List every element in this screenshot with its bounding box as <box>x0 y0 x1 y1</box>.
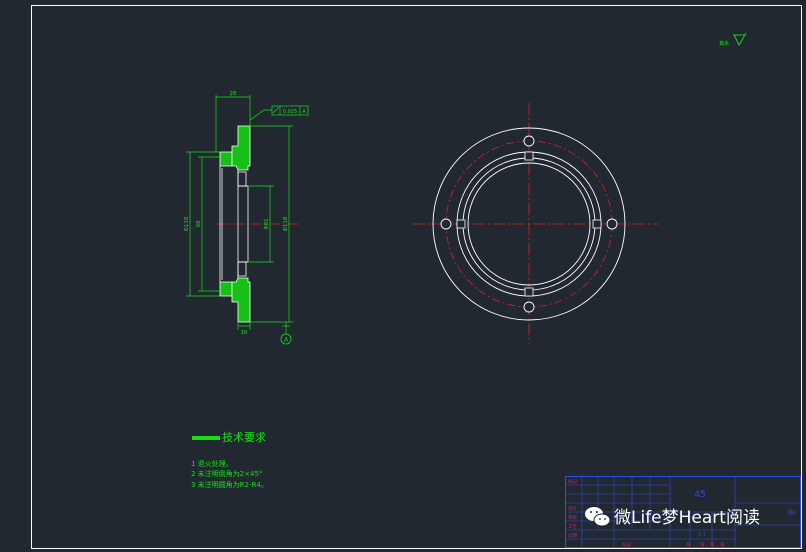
drawing-canvas: 28 Φ118 98 Φ81 Φ118 10 0.025 A A 其余 技术要求… <box>0 0 806 552</box>
block-stamp: 标记 <box>622 541 631 548</box>
material-value: 45 <box>694 490 705 500</box>
bolt-hole-bottom <box>523 301 535 313</box>
bottom-label-2: 张 <box>700 541 705 548</box>
bolt-hole-left <box>440 218 452 230</box>
outer-dia-label: Φ118 <box>184 216 190 231</box>
row-label-5: 日期 <box>568 533 577 539</box>
tolerance-value: 0.025 <box>283 109 297 115</box>
mid-dia-label: 98 <box>196 220 202 227</box>
drawing-background <box>0 0 806 552</box>
bolt-hole-right <box>606 218 618 230</box>
row-label-2: 设计 <box>568 505 577 512</box>
row-label-3: 审核 <box>568 514 577 521</box>
watermark-text: 微Life梦Heart阅读 <box>614 508 760 528</box>
drawing-tag: (图) <box>787 510 796 516</box>
right-dia-label: Φ118 <box>283 216 289 231</box>
tech-title-bar <box>192 436 220 440</box>
top-dim-label: 28 <box>230 91 237 97</box>
bottom-label-4: 张 <box>720 541 725 548</box>
tech-item-2: 2 未注明倒角为2×45° <box>191 469 262 478</box>
row-label-4: 工艺 <box>568 524 577 530</box>
bolt-hole-top <box>523 135 535 147</box>
tech-item-3: 3 未注明圆角为R2-R4。 <box>191 480 268 489</box>
row-label-1: 标记 <box>568 478 577 485</box>
bottom-label-1: 共 <box>686 541 691 548</box>
bore-dia-label: Φ81 <box>264 218 270 229</box>
bottom-dim-label: 10 <box>241 330 248 336</box>
tolerance-datum: A <box>302 109 306 115</box>
bottom-label-3: 第 <box>710 541 715 548</box>
scale-value: 1:1 <box>698 532 706 538</box>
tech-title: 技术要求 <box>222 431 266 444</box>
tech-item-1: 1 退火处理。 <box>191 459 233 468</box>
roughness-text: 其余 <box>719 40 729 47</box>
